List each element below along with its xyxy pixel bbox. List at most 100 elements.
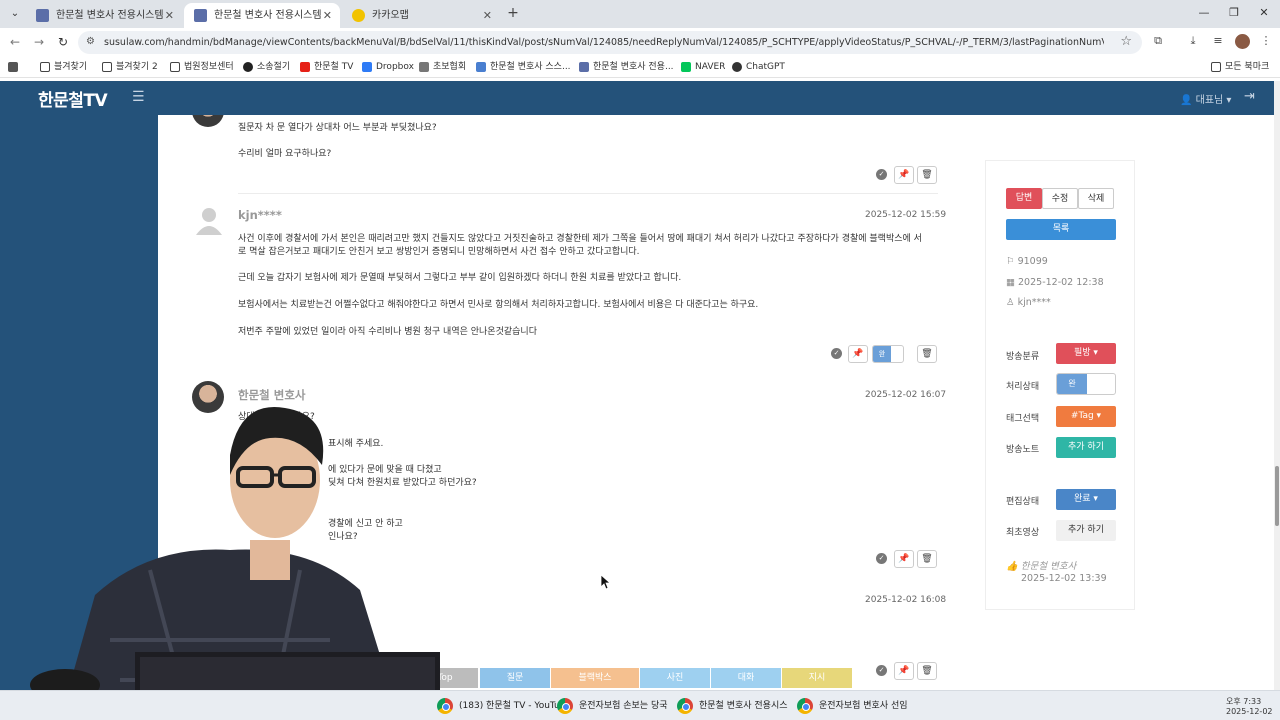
delete-button[interactable]: 🗑 bbox=[917, 550, 937, 568]
address-url[interactable]: susulaw.com/handmin/bdManage/viewContent… bbox=[104, 31, 1104, 54]
pin-button[interactable]: 📌 bbox=[894, 166, 914, 184]
tab-search-icon[interactable]: ⌄ bbox=[6, 5, 24, 23]
category-tab-instruction[interactable]: 지시 bbox=[782, 668, 852, 688]
category-tab-photo[interactable]: 사진 bbox=[640, 668, 710, 688]
user-icon: ♙ bbox=[1006, 297, 1015, 308]
bookmark-star-icon[interactable]: ☆ bbox=[1120, 34, 1132, 49]
check-icon[interactable]: ✓ bbox=[831, 348, 842, 359]
new-tab-button[interactable]: + bbox=[505, 4, 521, 22]
site-favicon-icon bbox=[194, 9, 207, 22]
delete-button[interactable]: 🗑 bbox=[917, 662, 937, 680]
system-clock[interactable]: 오후 7:33 2025-12-02 bbox=[1226, 696, 1273, 716]
map-favicon-icon bbox=[352, 9, 365, 22]
taskbar-window[interactable]: 한문철 변호사 전용시스 bbox=[677, 696, 788, 716]
answer-button[interactable]: 답변 bbox=[1006, 188, 1042, 209]
browser-tab-label: 한문철 변호사 전용시스템 bbox=[214, 10, 322, 21]
logout-icon[interactable]: ⇥ bbox=[1244, 89, 1255, 104]
chrome-icon bbox=[437, 698, 453, 714]
pin-button[interactable]: 📌 bbox=[848, 345, 868, 363]
comment-line: 질문자 차 문 열다가 상대차 어느 부분과 부딪쳤나요? bbox=[238, 123, 437, 133]
apps-icon[interactable] bbox=[8, 59, 22, 75]
list-button[interactable]: 목록 bbox=[1006, 219, 1116, 240]
check-icon[interactable]: ✓ bbox=[876, 553, 887, 564]
category-tab-chat[interactable]: 대화 bbox=[711, 668, 781, 688]
taskbar-window[interactable]: 운전자보험 변호사 선임 bbox=[797, 696, 908, 716]
bookmark-item[interactable]: 한문철 변호사 전용... bbox=[579, 59, 674, 75]
bookmark-item[interactable]: Dropbox bbox=[362, 59, 414, 75]
page-scrollbar[interactable] bbox=[1274, 81, 1280, 690]
bookmark-item[interactable]: 법원정보센터 bbox=[170, 59, 234, 75]
add-broadcast-note-button[interactable]: 추가 하기 bbox=[1056, 437, 1116, 458]
all-bookmarks[interactable]: 모든 북마크 bbox=[1211, 59, 1269, 75]
bookmark-item[interactable]: 블겨찾기 2 bbox=[102, 59, 158, 75]
close-tab-icon[interactable]: ✕ bbox=[165, 3, 174, 28]
category-tab-blackbox[interactable]: 블랙박스 bbox=[551, 668, 639, 688]
back-icon[interactable]: ← bbox=[6, 33, 24, 51]
reload-icon[interactable]: ↻ bbox=[54, 33, 72, 51]
default-avatar-icon bbox=[196, 208, 222, 235]
bookmark-item[interactable]: ChatGPT bbox=[732, 59, 785, 75]
taskbar-window[interactable]: 운전자보험 손보는 당국 bbox=[557, 696, 668, 716]
broadcast-category-select[interactable]: 필방 ▾ bbox=[1056, 343, 1116, 364]
minimize-icon[interactable]: — bbox=[1192, 3, 1216, 23]
tag-select[interactable]: #Tag ▾ bbox=[1056, 406, 1116, 427]
last-edit-date: 2025-12-02 13:39 bbox=[1021, 573, 1107, 584]
site-favicon-icon bbox=[36, 9, 49, 22]
bookmark-item[interactable]: 한문철 변호사 스스... bbox=[476, 59, 571, 75]
close-tab-icon[interactable]: ✕ bbox=[483, 3, 492, 28]
post-info-panel: 답변 수정 삭제 목록 ⚐ 91099 ▦ 2025-12-02 12:38 ♙… bbox=[985, 160, 1135, 610]
site-info-icon[interactable]: ⚙ bbox=[86, 36, 95, 47]
bookmark-item[interactable]: 블겨찾기 bbox=[40, 59, 87, 75]
delete-button[interactable]: 🗑 bbox=[917, 345, 937, 363]
tab-groups-icon[interactable]: ≡ bbox=[1210, 33, 1226, 49]
status-toggle[interactable]: 완 bbox=[872, 345, 904, 363]
menu-toggle-icon[interactable]: ☰ bbox=[132, 89, 145, 105]
comment-date: 2025-12-02 15:59 bbox=[865, 210, 947, 220]
calendar-icon: ▦ bbox=[1006, 277, 1015, 288]
taskbar-window[interactable]: (183) 한문철 TV - YouTu bbox=[437, 696, 560, 716]
chrome-icon bbox=[677, 698, 693, 714]
avatar bbox=[192, 115, 224, 127]
user-menu[interactable]: 👤 대표님 ▾ bbox=[1180, 91, 1231, 106]
restore-icon[interactable]: ❐ bbox=[1222, 3, 1246, 23]
delete-button[interactable]: 🗑 bbox=[917, 166, 937, 184]
comment-line: 근데 오늘 갑자기 보험사에 제가 문열때 부딪혀서 그렇다고 부부 같이 입원… bbox=[238, 273, 682, 283]
comment-line: 수리비 얼마 요구하나요? bbox=[238, 149, 332, 159]
browser-tab-label: 카카오맵 bbox=[372, 10, 409, 21]
bookmark-item[interactable]: NAVER bbox=[681, 59, 725, 75]
close-window-icon[interactable]: ✕ bbox=[1252, 3, 1276, 23]
browser-tab-label: 한문철 변호사 전용시스템 bbox=[56, 10, 164, 21]
pin-button[interactable]: 📌 bbox=[894, 550, 914, 568]
add-original-video-button[interactable]: 추가 하기 bbox=[1056, 520, 1116, 541]
browser-tab-3[interactable]: 카카오맵 ✕ bbox=[342, 3, 500, 28]
browser-tab-2[interactable]: 한문철 변호사 전용시스템 ✕ bbox=[184, 3, 340, 28]
check-icon[interactable]: ✓ bbox=[876, 665, 887, 676]
post-number: ⚐ 91099 bbox=[1006, 256, 1048, 267]
category-tab-question[interactable]: 질문 bbox=[480, 668, 550, 688]
comment-line: 로 멱살 잡은거보고 패대기도 안친거 보고 쌍방인거 증명되니 민망해하면서 … bbox=[238, 247, 640, 257]
chrome-menu-icon[interactable]: ⋮ bbox=[1258, 33, 1274, 49]
delete-post-button[interactable]: 삭제 bbox=[1078, 188, 1114, 209]
windows-taskbar: (183) 한문철 TV - YouTu 운전자보험 손보는 당국 한문철 변호… bbox=[0, 690, 1280, 720]
last-editor: 👍 한문철 변호사 bbox=[1006, 561, 1077, 572]
browser-tab-1[interactable]: 한문철 변호사 전용시스템 ✕ bbox=[26, 3, 182, 28]
edit-status-select[interactable]: 완료 ▾ bbox=[1056, 489, 1116, 510]
bookmark-item[interactable]: 소송절기 bbox=[243, 59, 290, 75]
address-bar[interactable]: ⚙ susulaw.com/handmin/bdManage/viewConte… bbox=[78, 31, 1142, 54]
profile-avatar[interactable] bbox=[1235, 34, 1250, 49]
pin-button[interactable]: 📌 bbox=[894, 662, 914, 680]
edit-button[interactable]: 수정 bbox=[1042, 188, 1078, 209]
bookmark-item[interactable]: 한문철 TV bbox=[300, 59, 353, 75]
forward-icon[interactable]: → bbox=[30, 33, 48, 51]
scroll-thumb[interactable] bbox=[1275, 466, 1279, 526]
row-label: 방송노트 bbox=[1006, 445, 1040, 455]
bookmark-item[interactable]: 초보협회 bbox=[419, 59, 466, 75]
close-tab-icon[interactable]: ✕ bbox=[323, 3, 332, 28]
download-icon[interactable]: ⤓ bbox=[1185, 33, 1201, 49]
browser-tabstrip: ⌄ 한문철 변호사 전용시스템 ✕ 한문철 변호사 전용시스템 ✕ 카카오맵 ✕… bbox=[0, 0, 1280, 28]
extensions-icon[interactable]: ⧉ bbox=[1150, 33, 1166, 49]
check-icon[interactable]: ✓ bbox=[876, 169, 887, 180]
site-logo[interactable]: 한문철TV bbox=[38, 86, 108, 111]
comment-line: 사건 이후에 경찰서에 가서 본인은 때리려고만 했지 건들지도 않았다고 거짓… bbox=[238, 234, 922, 244]
process-status-toggle[interactable]: 완 bbox=[1056, 373, 1116, 395]
